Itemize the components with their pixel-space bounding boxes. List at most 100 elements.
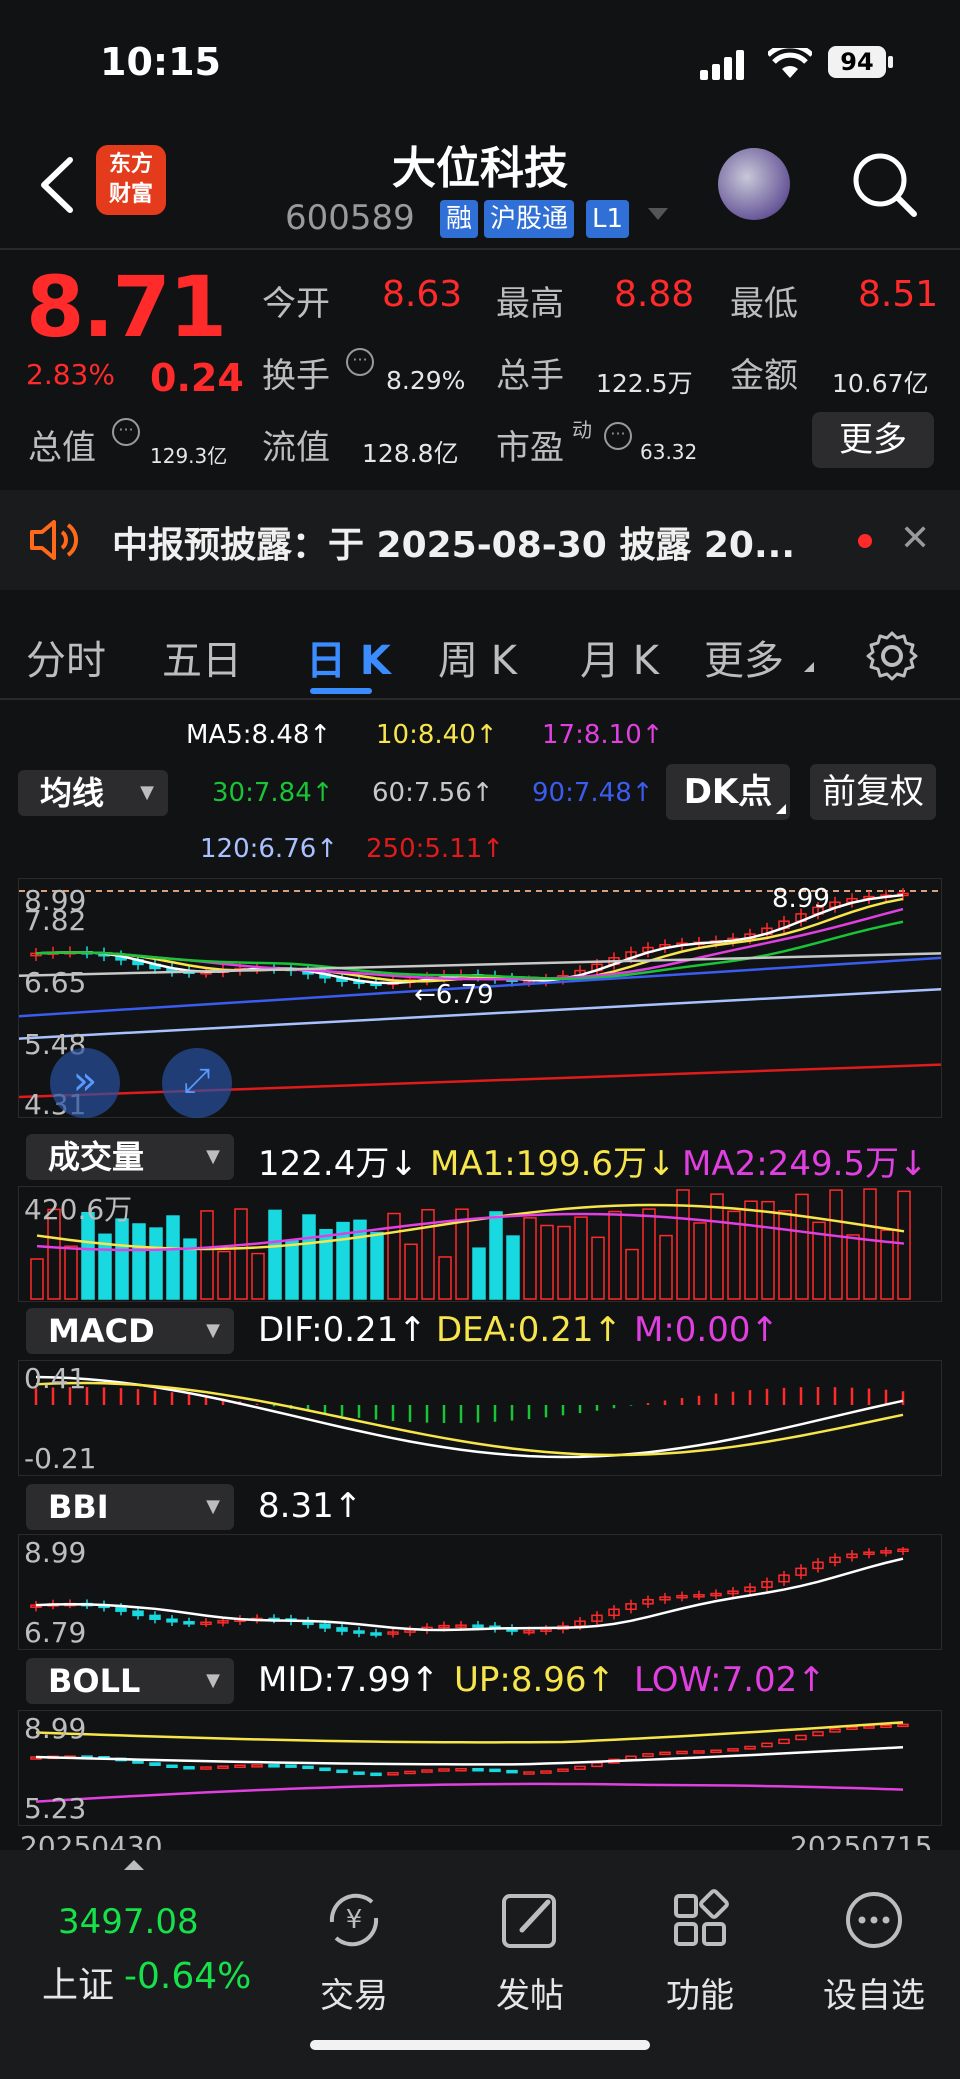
signal-icon [700,50,744,80]
ma250-value: 250:5.11↑ [366,834,505,864]
robot-assistant-avatar[interactable] [718,148,790,220]
boll-candle-body [557,1768,569,1772]
expand-right-icon[interactable]: » [50,1048,120,1118]
change-amount: 0.24 [150,356,244,400]
boll-candle-body [183,1766,195,1770]
boll-candle-body [268,1764,280,1768]
more-fields-button[interactable]: 更多 [812,412,934,468]
boll-candle-body [676,1750,688,1755]
boll-y-bottom: 5.23 [24,1792,87,1825]
index-change[interactable]: -0.64% [124,1956,251,1997]
volume-bar [829,1189,843,1300]
volume-bar [761,1200,775,1300]
boll-candle-body [251,1764,263,1768]
amount-label: 金额 [730,356,798,396]
pe-superscript: 动 [572,418,592,442]
volume-chart[interactable] [18,1186,942,1302]
settings-gear-icon[interactable] [866,630,918,682]
float-label: 流值 [262,428,330,468]
caret-up-icon[interactable] [124,1860,144,1870]
volume-bar [200,1210,214,1300]
mktcap-value: 129.3亿 [150,444,228,468]
macd-chart[interactable] [18,1360,942,1476]
index-name[interactable]: 上证 [42,1956,114,2008]
eastmoney-logo[interactable]: 东方 财富 [96,145,166,215]
volume-bar [166,1215,180,1300]
boll-svg [30,1721,909,1803]
indicator-selector-macd[interactable]: MACD ▼ [26,1308,234,1354]
caret-down-icon: ▼ [140,782,154,803]
volume-bar [846,1234,860,1300]
boll-candle-body [761,1742,773,1748]
tab-daily-k[interactable]: 日 K [306,628,391,686]
volume-bar [234,1208,248,1300]
index-value[interactable]: 3497.08 [58,1902,199,1942]
low-label: 最低 [730,284,798,324]
info-dots-icon[interactable]: ··· [604,422,632,450]
nav-post[interactable]: 发帖 [470,1968,590,2017]
boll-candle-body [455,1767,467,1772]
bbi-line [35,1557,904,1632]
pe-label: 市盈 [496,428,564,468]
float-value: 128.8亿 [362,439,459,468]
dropdown-caret-icon[interactable] [648,208,668,220]
volume-bar [642,1208,656,1300]
open-label: 今开 [262,284,330,324]
volume-bar [659,1234,673,1300]
info-dots-icon[interactable]: ··· [346,348,374,376]
bbi-svg [30,1547,909,1638]
bbi-candle-body [166,1618,178,1623]
more-dots-icon[interactable] [814,1888,934,1950]
fullscreen-icon[interactable]: ⤢ [162,1048,232,1118]
back-arrow-icon[interactable] [30,150,90,220]
boll-candle-body [472,1767,484,1772]
tab-monthly-k[interactable]: 月 K [580,628,659,686]
price-adjust-button[interactable]: 前复权 [810,764,936,820]
search-icon[interactable] [848,148,920,220]
trade-icon[interactable]: ¥ [294,1888,414,1950]
nav-watchlist-settings[interactable]: 设自选 [814,1968,934,2017]
tab-intraday[interactable]: 分时 [26,628,106,686]
boll-candle-body [149,1762,161,1767]
bbi-chart[interactable] [18,1534,942,1650]
boll-mid: MID:7.99↑ [258,1660,440,1700]
tab-more[interactable]: 更多 [704,628,784,686]
ma250-line [18,1063,942,1099]
volume-bar [472,1247,486,1300]
battery-indicator: 94 [828,46,886,78]
selector-label: BOLL [48,1662,141,1700]
notice-text[interactable]: 中报预披露：于 2025-08-30 披露 20... [112,516,795,568]
close-icon[interactable]: ✕ [900,518,930,559]
tab-weekly-k[interactable]: 周 K [438,628,517,686]
nav-functions[interactable]: 功能 [640,1968,760,2017]
selector-label: 成交量 [48,1138,145,1176]
dk-point-button[interactable]: DK点 [666,764,790,820]
boll-candle-body [727,1748,739,1752]
bbi-y-bottom: 6.79 [24,1616,87,1649]
nav-trade[interactable]: 交易 [294,1968,414,2017]
volume-bar [489,1211,503,1300]
bbi-candle-body [472,1624,484,1628]
boll-y-top: 8.99 [24,1712,87,1745]
indicator-selector-volume[interactable]: 成交量 ▼ [26,1134,234,1180]
tab-five-day[interactable]: 五日 [162,628,242,686]
volume-bar [540,1224,554,1300]
indicator-selector-boll[interactable]: BOLL ▼ [26,1658,234,1704]
shanghai-connect-tag[interactable]: 沪股通 [484,200,575,238]
functions-grid-icon[interactable] [640,1888,760,1950]
level1-tag[interactable]: L1 [586,200,630,238]
indicator-selector-bbi[interactable]: BBI ▼ [26,1484,234,1530]
boll-candle-body [217,1765,229,1769]
boll-chart[interactable] [18,1710,942,1826]
boll-candle-body [438,1768,450,1772]
boll-candle-body [863,1725,875,1729]
info-dots-icon[interactable]: ··· [112,418,140,446]
compose-icon[interactable] [470,1888,590,1950]
notice-bar[interactable]: 中报预披露：于 2025-08-30 披露 20... ✕ [0,490,960,590]
selector-label: 均线 [40,774,105,812]
indicator-selector-ma[interactable]: 均线 ▼ [18,770,168,816]
selector-label: MACD [48,1312,155,1350]
boll-up-line [35,1721,904,1744]
margin-tag[interactable]: 融 [440,200,479,238]
macd-y-top: 0.41 [24,1362,87,1395]
